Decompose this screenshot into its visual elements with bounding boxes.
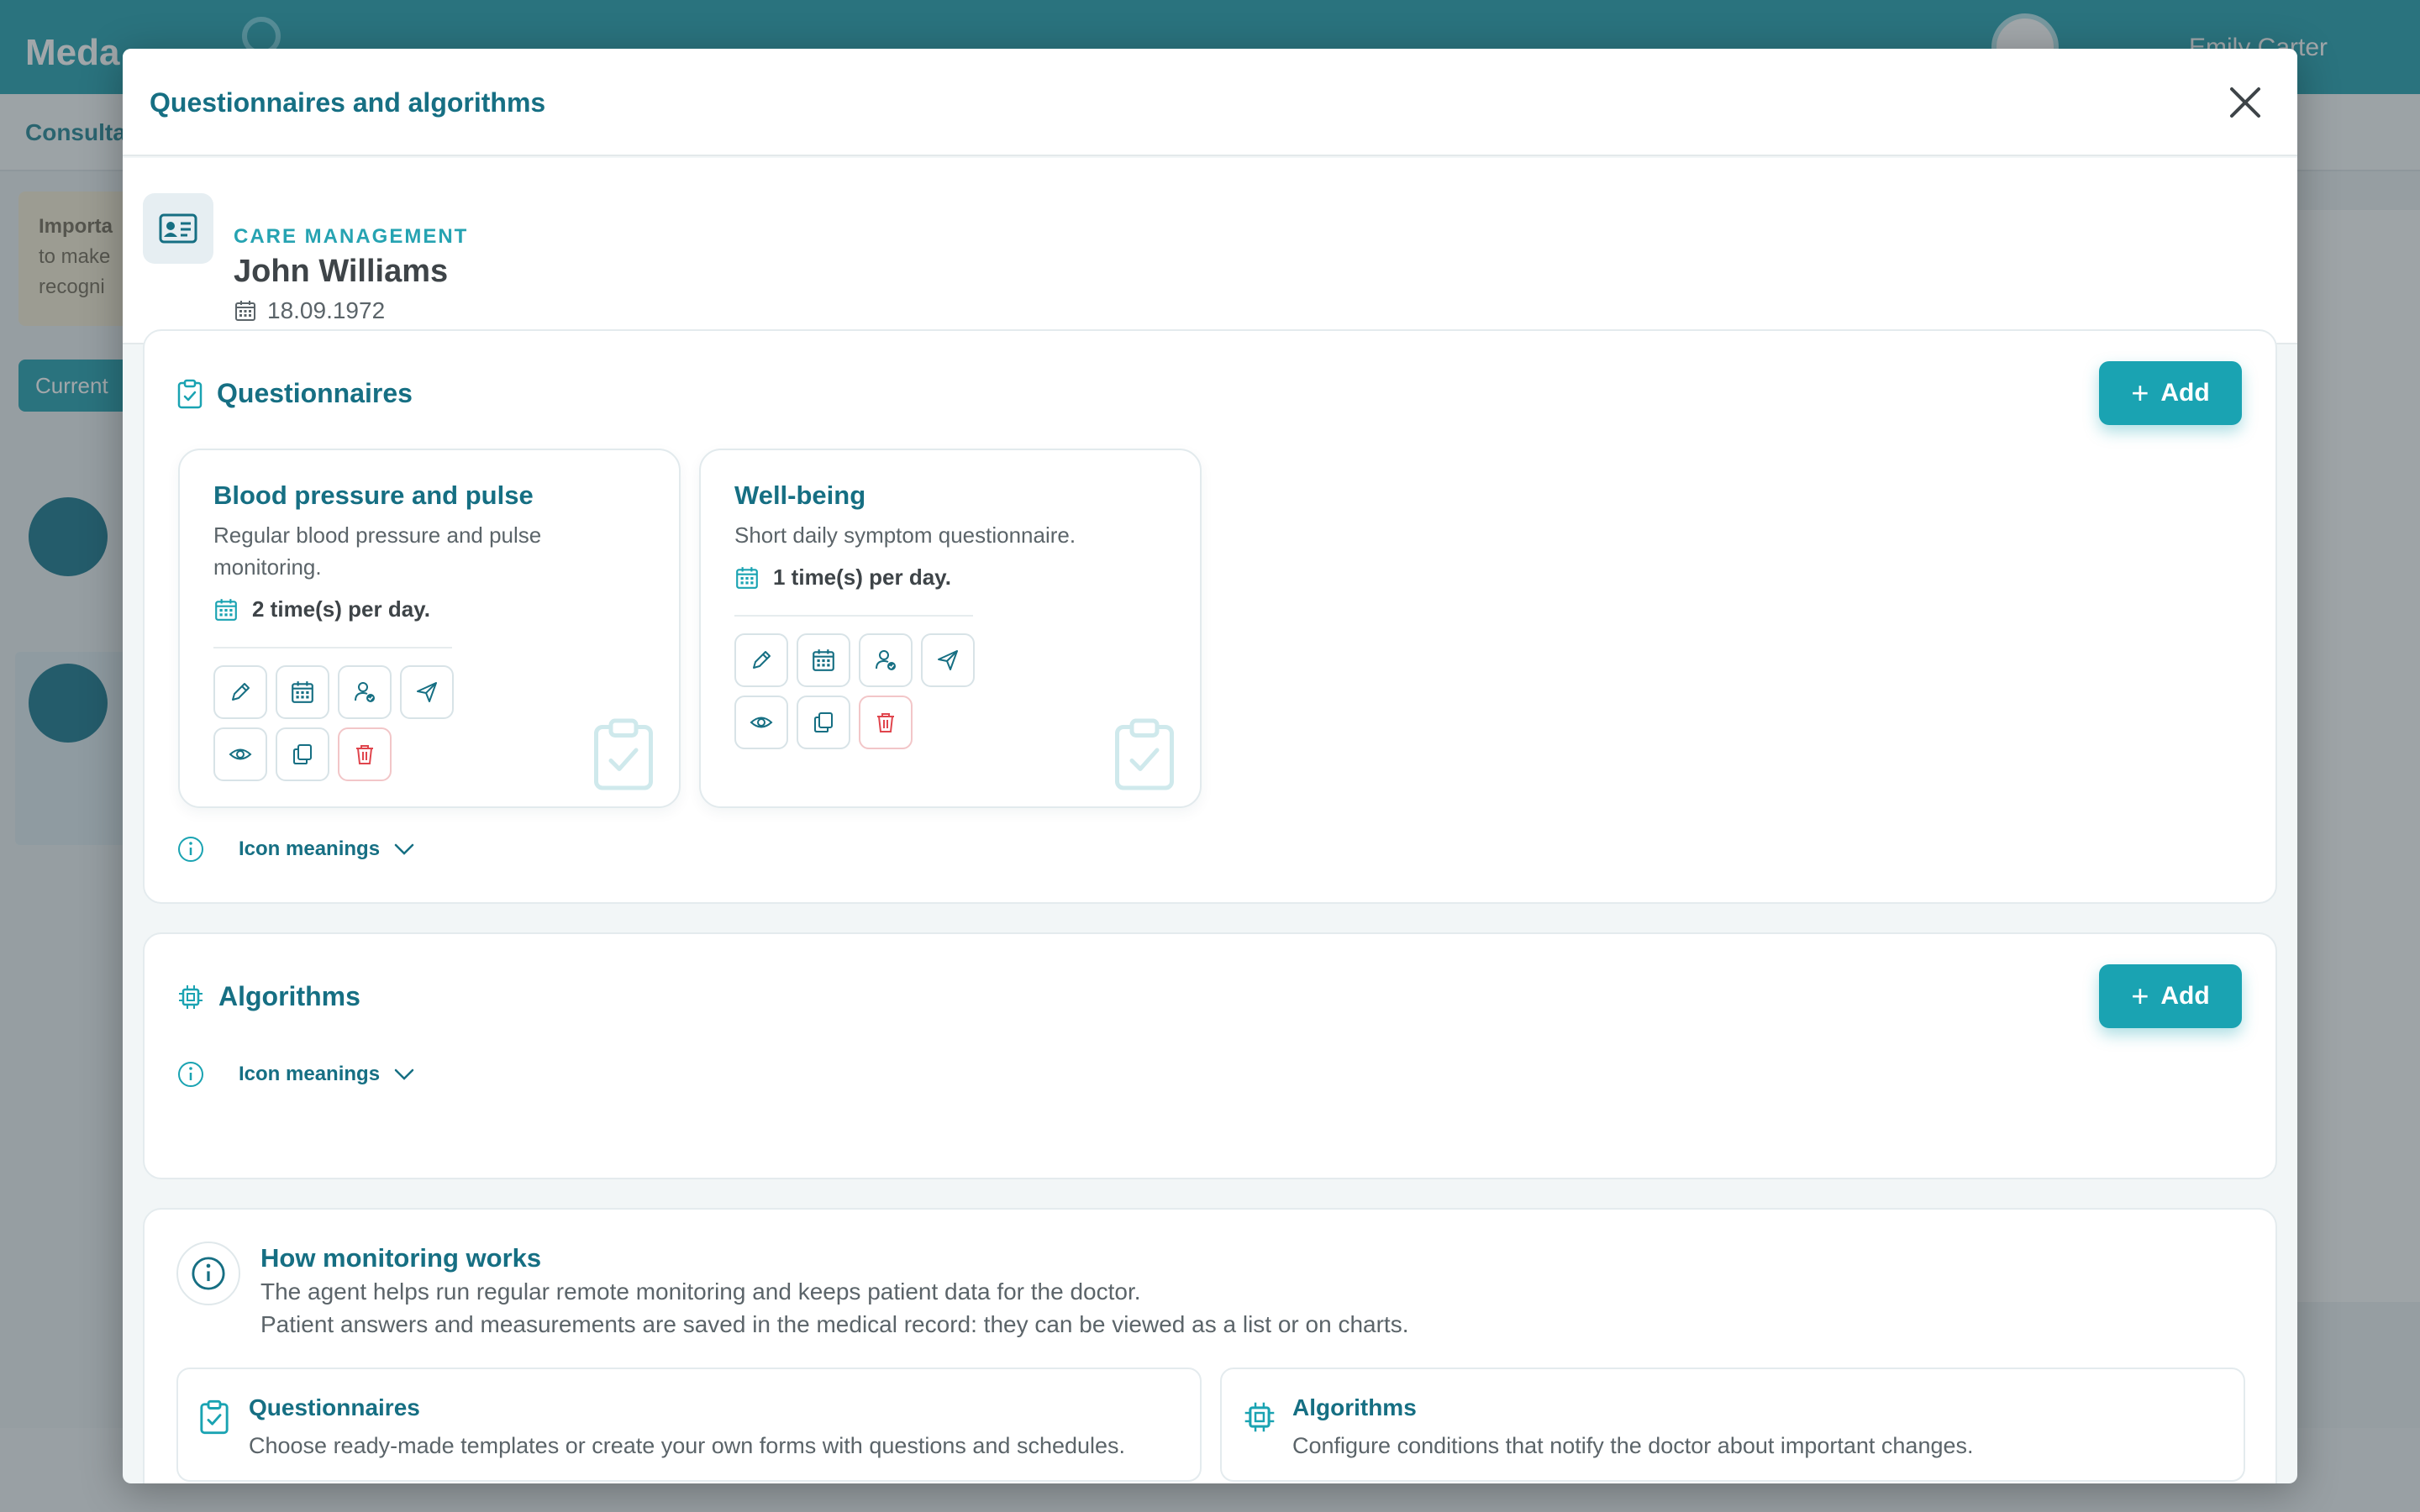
id-card-icon	[143, 193, 213, 264]
clipboard-check-icon	[594, 718, 653, 790]
algorithms-title: Algorithms	[218, 981, 360, 1011]
icon-meanings-toggle[interactable]: Icon meanings	[176, 835, 415, 864]
algorithms-header: Algorithms	[176, 981, 360, 1012]
chip-icon	[179, 984, 203, 1009]
questionnaire-card[interactable]: Well-being Short daily symptom questionn…	[699, 449, 1202, 808]
info-card-title: Questionnaires	[249, 1394, 420, 1420]
patient-name: John Williams	[234, 254, 449, 289]
questionnaires-header: Questionnaires	[176, 378, 413, 409]
questionnaire-description: Short daily symptom questionnaire.	[734, 522, 1076, 548]
patient-bar: CARE MANAGEMENT John Williams 18.09.1972	[123, 158, 2297, 344]
assign-user-button[interactable]	[338, 665, 392, 719]
icon-meanings-label: Icon meanings	[239, 837, 381, 860]
calendar-icon	[235, 301, 255, 321]
how-monitoring-title: How monitoring works	[260, 1243, 542, 1273]
copy-button[interactable]	[276, 727, 329, 781]
questionnaire-card[interactable]: Blood pressure and pulse Regular blood p…	[178, 449, 681, 808]
questionnaire-description: Regular blood pressure and pulse monitor…	[213, 522, 542, 580]
view-button[interactable]	[213, 727, 267, 781]
delete-button[interactable]	[859, 696, 913, 749]
view-icon	[750, 717, 773, 728]
assign-user-icon	[876, 650, 896, 670]
chevron-down-icon	[394, 1068, 414, 1080]
copy-icon	[293, 744, 312, 764]
patient-dob: 18.09.1972	[267, 297, 386, 323]
action-row	[734, 696, 913, 749]
questionnaire-title[interactable]: Well-being	[734, 480, 865, 511]
modal-header: Questionnaires and algorithms	[123, 49, 2297, 156]
questionnaire-frequency: 1 time(s) per day.	[773, 564, 951, 590]
send-icon	[938, 650, 958, 670]
add-questionnaire-button[interactable]: + Add	[2099, 361, 2242, 425]
calendar-icon	[813, 649, 834, 671]
questionnaire-frequency-row: 1 time(s) per day.	[734, 564, 951, 591]
questionnaires-modal: Questionnaires and algorithms CARE MANAG…	[123, 49, 2297, 1483]
calendar-icon	[292, 681, 313, 703]
send-button[interactable]	[400, 665, 454, 719]
edit-icon	[232, 683, 250, 701]
info-icon	[178, 1062, 203, 1087]
view-button[interactable]	[734, 696, 788, 749]
icon-meanings-toggle[interactable]: Icon meanings	[176, 1060, 415, 1089]
questionnaire-frequency: 2 time(s) per day.	[252, 596, 430, 622]
calendar-icon	[215, 598, 237, 621]
how-monitoring-section: How monitoring works The agent helps run…	[143, 1208, 2277, 1483]
send-button[interactable]	[921, 633, 975, 687]
add-algorithm-button[interactable]: + Add	[2099, 964, 2242, 1028]
questionnaires-title: Questionnaires	[217, 378, 413, 408]
questionnaire-title[interactable]: Blood pressure and pulse	[213, 480, 534, 511]
icon-meanings-label: Icon meanings	[239, 1063, 381, 1085]
add-label: Add	[2160, 982, 2210, 1010]
calendar-icon	[736, 566, 758, 589]
plus-icon: +	[2131, 979, 2149, 1013]
close-icon	[2230, 87, 2260, 118]
schedule-button[interactable]	[797, 633, 850, 687]
info-card-questionnaires: Questionnaires Choose ready-made templat…	[176, 1368, 1202, 1482]
info-icon	[176, 1242, 240, 1305]
patient-dob-row: 18.09.1972	[234, 297, 385, 324]
how-monitoring-text: The agent helps run regular remote monit…	[260, 1278, 1141, 1305]
action-row	[213, 727, 392, 781]
edit-button[interactable]	[213, 665, 267, 719]
card-divider	[213, 647, 452, 648]
modal-title: Questionnaires and algorithms	[150, 87, 546, 118]
patient-category: CARE MANAGEMENT	[234, 225, 469, 248]
action-row	[734, 633, 975, 687]
edit-icon	[753, 651, 771, 669]
delete-icon	[877, 713, 894, 732]
chevron-down-icon	[394, 843, 414, 855]
assign-user-icon	[355, 682, 375, 702]
send-icon	[417, 682, 437, 702]
chip-icon	[1244, 1402, 1275, 1432]
questionnaires-section: Questionnaires + Add Blood pressure and …	[143, 329, 2277, 904]
copy-button[interactable]	[797, 696, 850, 749]
algorithms-section: Algorithms + Add Icon meanings	[143, 932, 2277, 1179]
info-card-description: Configure conditions that notify the doc…	[1292, 1433, 1974, 1458]
questionnaire-frequency-row: 2 time(s) per day.	[213, 596, 430, 622]
edit-button[interactable]	[734, 633, 788, 687]
add-label: Add	[2160, 379, 2210, 407]
clipboard-check-icon	[177, 379, 203, 408]
delete-button[interactable]	[338, 727, 392, 781]
close-button[interactable]	[2223, 81, 2267, 124]
schedule-button[interactable]	[276, 665, 329, 719]
how-monitoring-text: Patient answers and measurements are sav…	[260, 1311, 1409, 1337]
info-card-algorithms: Algorithms Configure conditions that not…	[1220, 1368, 2245, 1482]
plus-icon: +	[2131, 375, 2149, 410]
delete-icon	[356, 745, 373, 764]
assign-user-button[interactable]	[859, 633, 913, 687]
info-card-title: Algorithms	[1292, 1394, 1417, 1420]
info-card-description: Choose ready-made templates or create yo…	[249, 1433, 1126, 1458]
action-row	[213, 665, 454, 719]
clipboard-check-icon	[1115, 718, 1174, 790]
info-icon	[178, 837, 203, 862]
clipboard-check-icon	[200, 1399, 229, 1435]
card-divider	[734, 615, 973, 617]
view-icon	[229, 748, 252, 760]
copy-icon	[814, 712, 833, 732]
